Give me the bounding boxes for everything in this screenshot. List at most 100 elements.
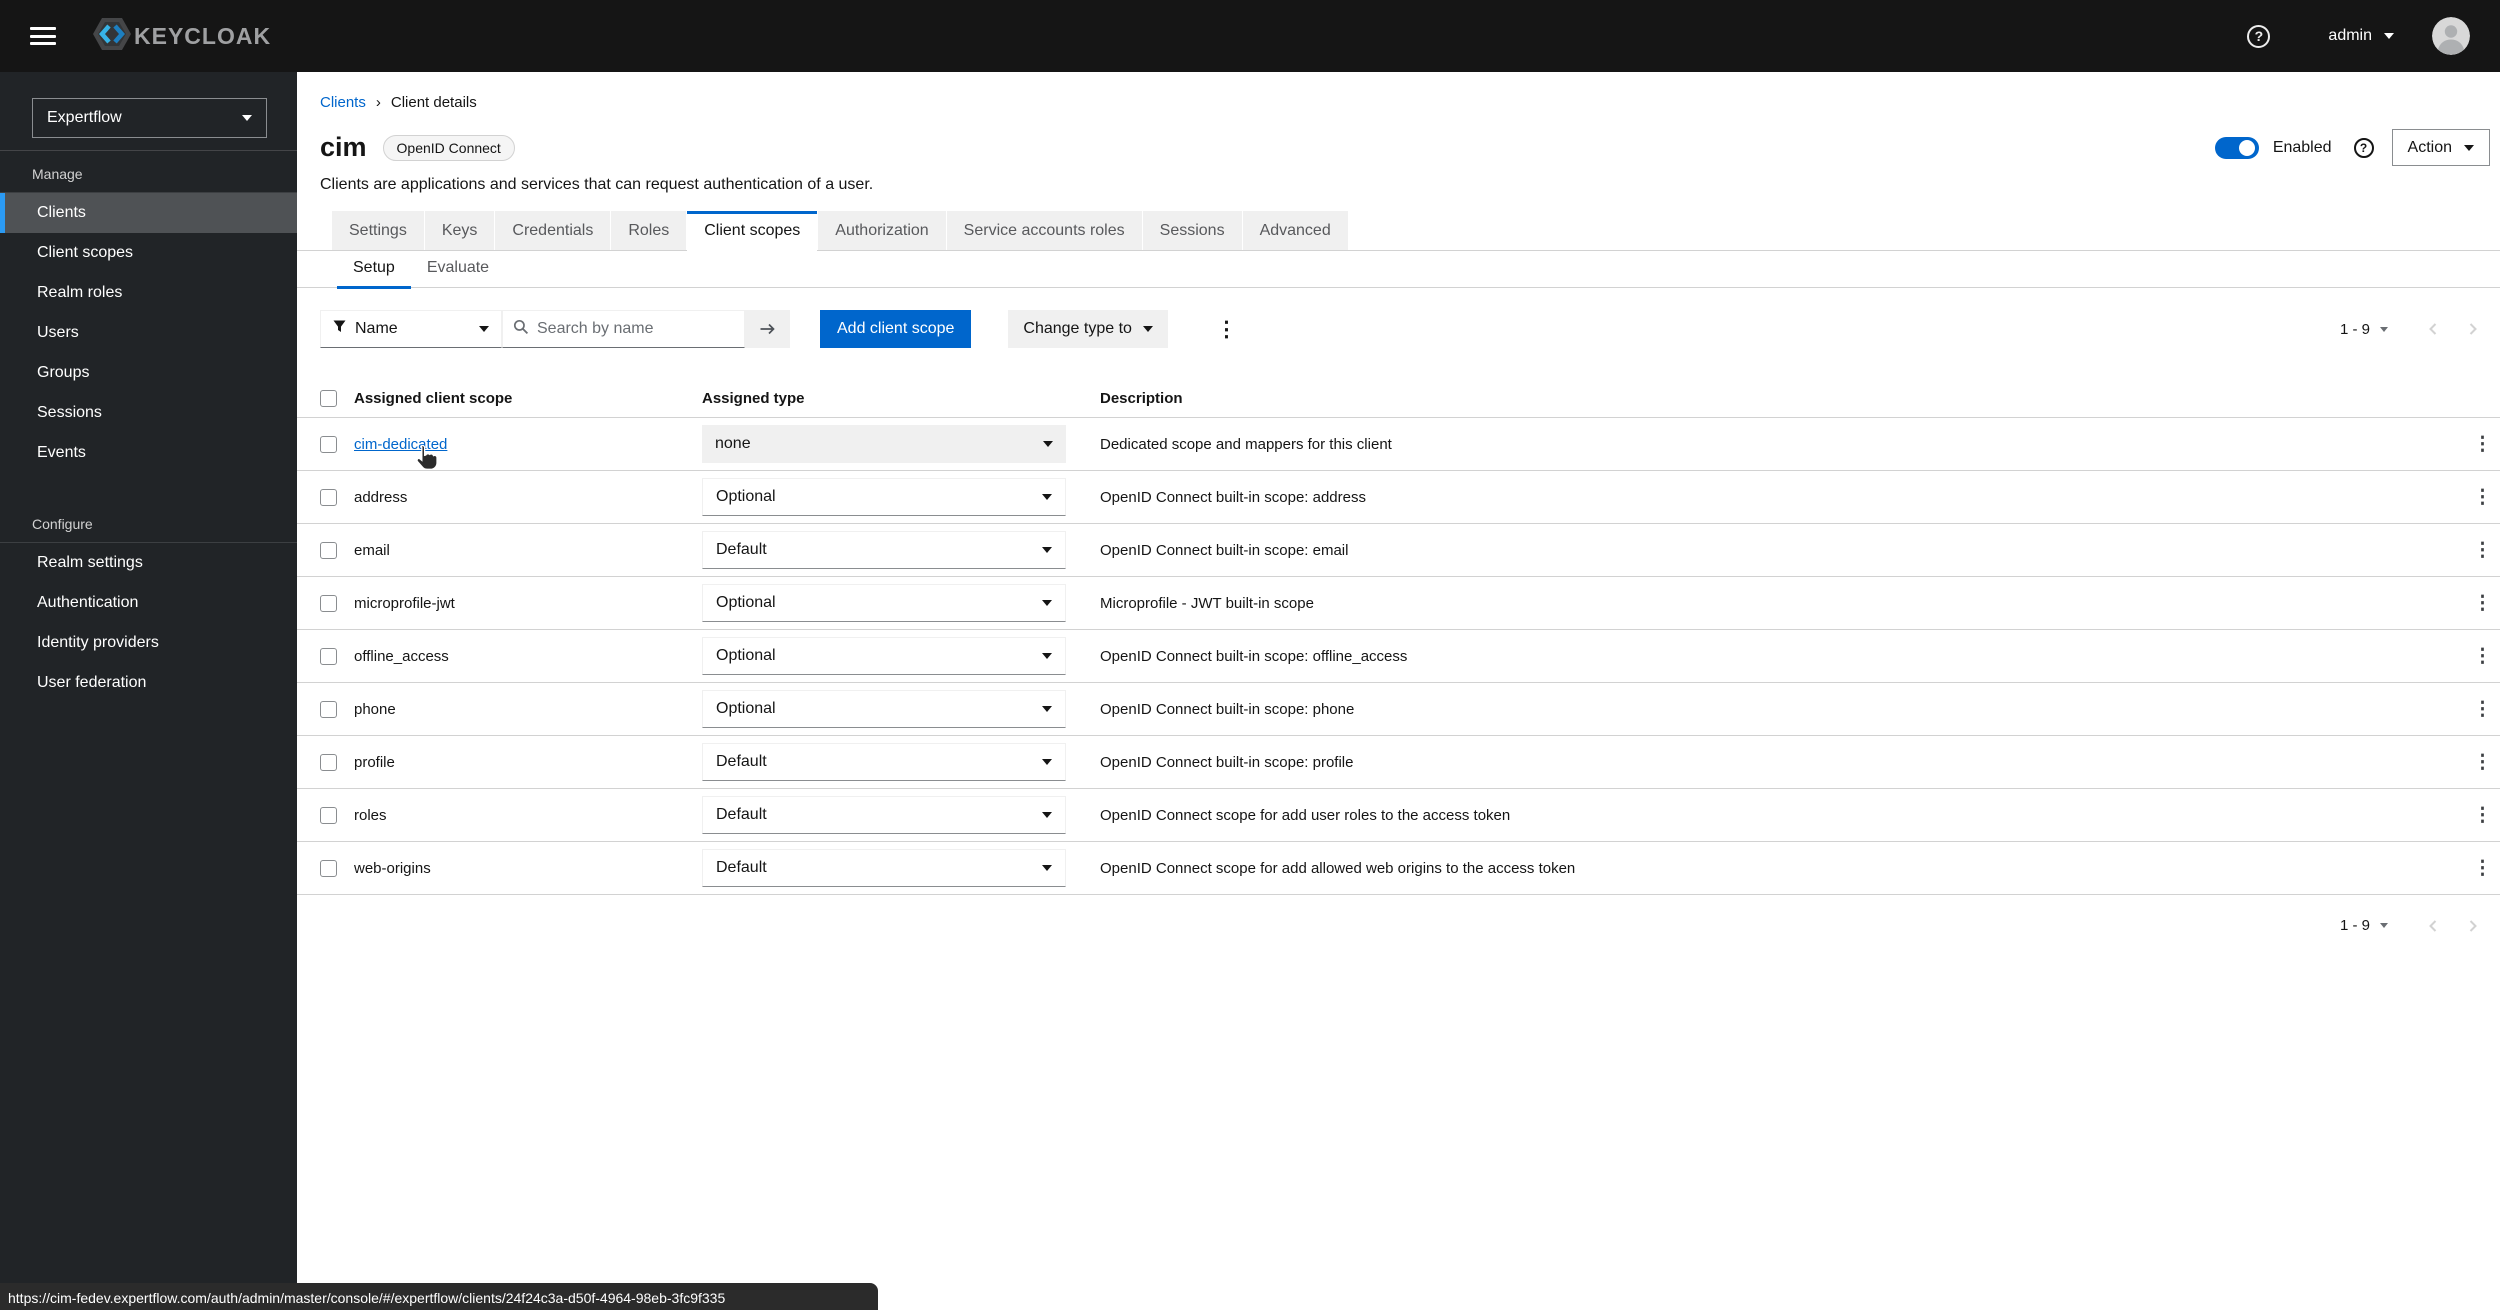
row-checkbox[interactable] (320, 860, 337, 877)
select-all-checkbox[interactable] (320, 390, 337, 407)
subtab-evaluate[interactable]: Evaluate (411, 251, 505, 287)
row-checkbox[interactable] (320, 489, 337, 506)
tab-settings[interactable]: Settings (332, 211, 424, 250)
sidebar-item-users[interactable]: Users (0, 313, 297, 353)
tab-keys[interactable]: Keys (425, 211, 495, 250)
protocol-badge: OpenID Connect (383, 135, 515, 161)
sidebar-item-client-scopes[interactable]: Client scopes (0, 233, 297, 273)
tab-service-accounts-roles[interactable]: Service accounts roles (947, 211, 1142, 250)
search-input[interactable] (537, 320, 734, 338)
sidebar-item-realm-roles[interactable]: Realm roles (0, 273, 297, 313)
tab-advanced[interactable]: Advanced (1243, 211, 1348, 250)
help-icon[interactable] (2354, 138, 2374, 158)
chevron-down-icon (479, 326, 489, 332)
row-kebab-menu-icon[interactable] (2473, 488, 2492, 507)
table-row: address Optional OpenID Connect built-in… (297, 471, 2500, 524)
assigned-type-select[interactable]: none (702, 425, 1066, 463)
row-kebab-menu-icon[interactable] (2473, 647, 2492, 666)
chevron-down-icon (1143, 326, 1153, 332)
sidebar-item-groups[interactable]: Groups (0, 353, 297, 393)
table-row: web-origins Default OpenID Connect scope… (297, 842, 2500, 895)
sidebar-item-authentication[interactable]: Authentication (0, 583, 297, 623)
row-kebab-menu-icon[interactable] (2473, 594, 2492, 613)
nav-section-manage: Manage Clients Client scopes Realm roles… (0, 151, 297, 473)
scope-description: Microprofile - JWT built-in scope (1100, 595, 2448, 612)
table-row: email Default OpenID Connect built-in sc… (297, 524, 2500, 577)
chevron-down-icon (242, 115, 252, 121)
pagination-range: 1 - 9 (2340, 917, 2370, 934)
assigned-type-select[interactable]: Optional (702, 584, 1066, 622)
keycloak-hexagon-icon (92, 17, 132, 56)
tab-credentials[interactable]: Credentials (495, 211, 610, 250)
user-menu[interactable]: admin (2328, 27, 2394, 45)
sidebar-item-identity-providers[interactable]: Identity providers (0, 623, 297, 663)
row-kebab-menu-icon[interactable] (2473, 541, 2492, 560)
chevron-down-icon (1042, 812, 1052, 818)
help-icon[interactable] (2247, 25, 2270, 48)
row-kebab-menu-icon[interactable] (2473, 859, 2492, 878)
assigned-type-select[interactable]: Optional (702, 637, 1066, 675)
tab-roles[interactable]: Roles (611, 211, 686, 250)
assigned-type-select[interactable]: Default (702, 743, 1066, 781)
sidebar-item-sessions[interactable]: Sessions (0, 393, 297, 433)
row-checkbox[interactable] (320, 595, 337, 612)
row-kebab-menu-icon[interactable] (2473, 806, 2492, 825)
column-header: Description (1100, 390, 2448, 407)
assigned-type-select[interactable]: Optional (702, 690, 1066, 728)
row-kebab-menu-icon[interactable] (2473, 435, 2492, 454)
filter-type-select[interactable]: Name (320, 310, 502, 348)
chevron-down-icon (1042, 600, 1052, 606)
avatar[interactable] (2432, 17, 2470, 55)
next-page-icon[interactable] (2466, 321, 2480, 337)
brand-text: KEYCLOAK (134, 23, 271, 50)
chevron-down-icon (1043, 441, 1053, 447)
row-checkbox[interactable] (320, 542, 337, 559)
username: admin (2328, 27, 2372, 45)
action-dropdown[interactable]: Action (2392, 129, 2490, 166)
client-scope-name: profile (354, 754, 702, 771)
pagination-top: 1 - 9 (2340, 321, 2488, 338)
client-scope-link[interactable]: cim-dedicated (354, 436, 447, 453)
tab-sessions[interactable]: Sessions (1143, 211, 1242, 250)
row-checkbox[interactable] (320, 807, 337, 824)
kebab-menu-icon[interactable] (1216, 319, 1237, 340)
prev-page-icon[interactable] (2426, 321, 2440, 337)
chevron-down-icon (1042, 494, 1052, 500)
sidebar-item-user-federation[interactable]: User federation (0, 663, 297, 703)
change-type-dropdown[interactable]: Change type to (1008, 310, 1168, 348)
assigned-type-select[interactable]: Default (702, 796, 1066, 834)
breadcrumb-clients-link[interactable]: Clients (320, 94, 366, 111)
prev-page-icon[interactable] (2426, 918, 2440, 934)
row-kebab-menu-icon[interactable] (2473, 753, 2492, 772)
pagination-options-icon[interactable] (2380, 327, 2388, 332)
client-scope-name: offline_access (354, 648, 702, 665)
realm-selector[interactable]: Expertflow (32, 98, 267, 138)
tab-client-scopes[interactable]: Client scopes (687, 211, 817, 250)
row-checkbox[interactable] (320, 754, 337, 771)
sidebar-item-realm-settings[interactable]: Realm settings (0, 543, 297, 583)
assigned-type-select[interactable]: Default (702, 849, 1066, 887)
enabled-toggle[interactable] (2215, 137, 2259, 159)
subtab-setup[interactable]: Setup (337, 251, 411, 287)
breadcrumb: Clients Client details (320, 94, 2500, 111)
add-client-scope-button[interactable]: Add client scope (820, 310, 971, 348)
row-kebab-menu-icon[interactable] (2473, 700, 2492, 719)
assigned-type-select[interactable]: Default (702, 531, 1066, 569)
hamburger-menu-icon[interactable] (30, 27, 56, 45)
client-scope-name: address (354, 489, 702, 506)
keycloak-logo[interactable]: KEYCLOAK (92, 17, 271, 56)
row-checkbox[interactable] (320, 648, 337, 665)
row-checkbox[interactable] (320, 436, 337, 453)
assigned-type-select[interactable]: Optional (702, 478, 1066, 516)
pagination-options-icon[interactable] (2380, 923, 2388, 928)
breadcrumb-current: Client details (391, 94, 477, 111)
sidebar-item-clients[interactable]: Clients (0, 193, 297, 233)
row-checkbox[interactable] (320, 701, 337, 718)
page-title: cim (320, 132, 367, 163)
tab-authorization[interactable]: Authorization (818, 211, 945, 250)
scope-description: OpenID Connect built-in scope: email (1100, 542, 2448, 559)
next-page-icon[interactable] (2466, 918, 2480, 934)
table-row: offline_access Optional OpenID Connect b… (297, 630, 2500, 683)
sidebar-item-events[interactable]: Events (0, 433, 297, 473)
search-submit-button[interactable] (745, 310, 790, 348)
